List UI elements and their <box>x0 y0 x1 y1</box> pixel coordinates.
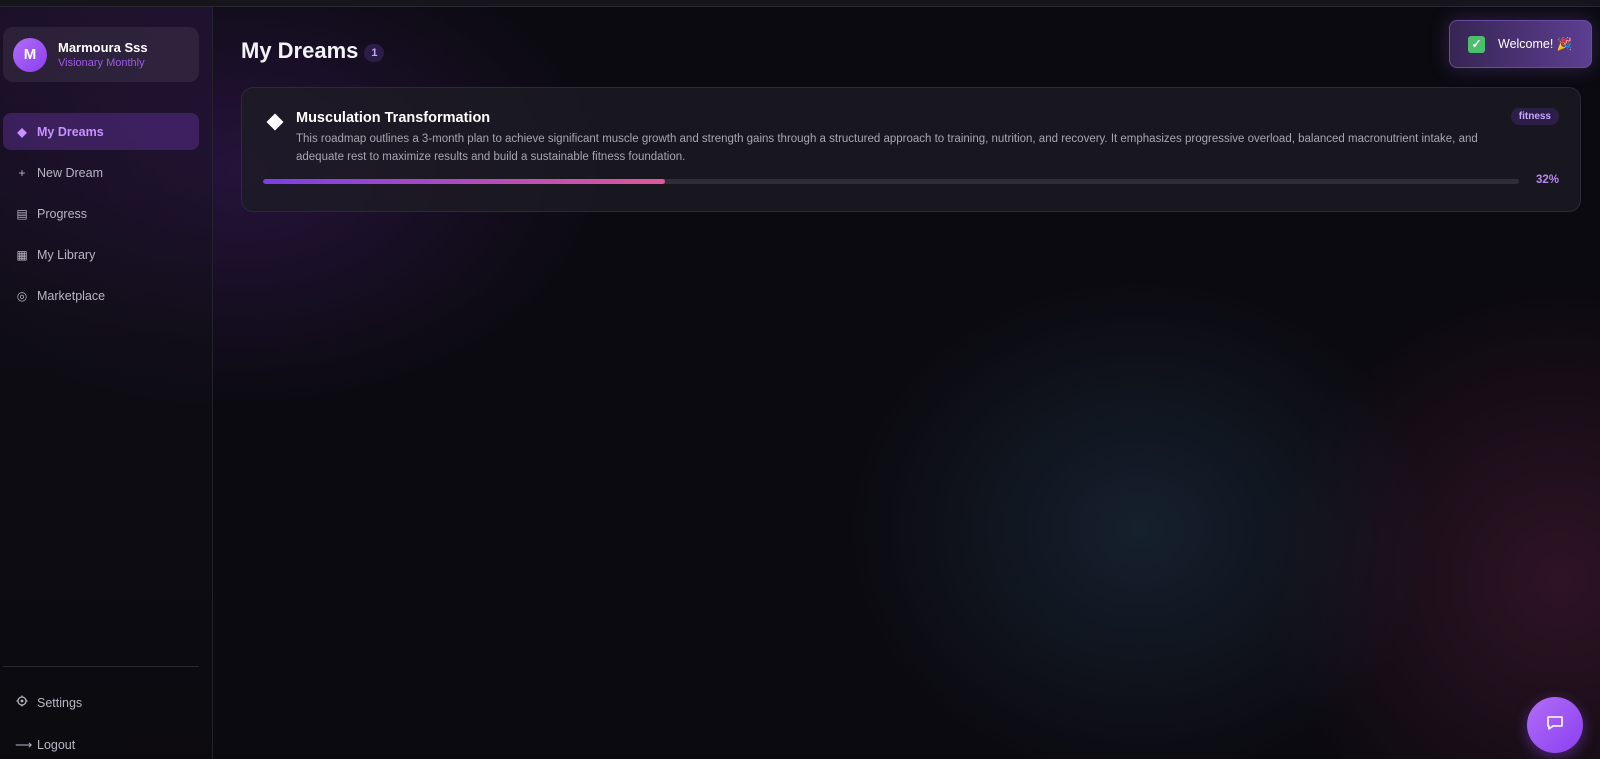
progress-bar-fill <box>263 179 665 184</box>
sidebar-item-progress[interactable]: ▤ Progress <box>3 195 199 232</box>
page-title: My Dreams <box>241 38 359 63</box>
progress-bar <box>263 179 1519 184</box>
sidebar-item-new-dream[interactable]: + New Dream <box>3 154 199 191</box>
sidebar-item-my-dreams[interactable]: ◆ My Dreams <box>3 113 199 150</box>
chat-bubble-icon <box>1545 713 1565 738</box>
sidebar-item-label: My Dreams <box>37 124 104 139</box>
dream-description: This roadmap outlines a 3-month plan to … <box>296 133 1478 163</box>
sidebar-item-label: Marketplace <box>37 288 106 303</box>
target-icon: ◎ <box>16 288 28 303</box>
sidebar-item-label: Settings <box>37 695 83 710</box>
progress-percentage: 32% <box>1535 174 1559 186</box>
list-icon: ▤ <box>16 206 28 221</box>
plus-icon: + <box>18 165 26 180</box>
sidebar-item-marketplace[interactable]: ◎ Marketplace <box>3 277 199 314</box>
diamond-icon: ◆ <box>17 124 27 139</box>
sidebar-item-label: Progress <box>37 206 88 221</box>
category-tag: fitness <box>1510 108 1559 125</box>
sidebar: M Marmoura Sss Visionary Monthly ◆ My Dr… <box>0 7 213 759</box>
sidebar-item-settings[interactable]: Settings <box>3 684 199 721</box>
subscription-plan: Visionary Monthly <box>58 57 145 69</box>
check-icon: ✓ <box>1468 35 1485 53</box>
chat-button[interactable] <box>1527 697 1583 753</box>
dream-count-badge: 1 <box>364 44 385 62</box>
dream-card[interactable]: Musculation Transformation This roadmap … <box>241 87 1581 212</box>
grid-icon: ▦ <box>16 247 28 262</box>
sidebar-item-logout[interactable]: ⟶ Logout <box>3 726 199 759</box>
sidebar-nav: ◆ My Dreams + New Dream ▤ Progress ▦ My … <box>3 113 199 318</box>
sidebar-bottom-nav: Settings ⟶ Logout <box>3 684 199 759</box>
page-header: My Dreams 1 <box>241 38 385 64</box>
user-profile[interactable]: M Marmoura Sss Visionary Monthly <box>3 27 199 82</box>
top-bar <box>0 0 1600 7</box>
sidebar-item-label: My Library <box>37 247 96 262</box>
diamond-icon <box>266 113 284 131</box>
sidebar-item-my-library[interactable]: ▦ My Library <box>3 236 199 273</box>
sidebar-divider <box>3 666 199 667</box>
dream-title: Musculation Transformation <box>296 110 491 126</box>
toast-message: Welcome! 🎉 <box>1498 36 1573 51</box>
user-name: Marmoura Sss <box>58 40 148 55</box>
arrow-right-icon: ⟶ <box>15 737 33 752</box>
avatar: M <box>13 37 47 72</box>
main-content: My Dreams 1 Musculation Transformation T… <box>214 7 1600 759</box>
sidebar-item-label: Logout <box>37 737 76 752</box>
gear-icon <box>15 695 29 710</box>
sidebar-item-label: New Dream <box>37 165 103 180</box>
welcome-toast[interactable]: ✓ Welcome! 🎉 <box>1449 20 1592 68</box>
